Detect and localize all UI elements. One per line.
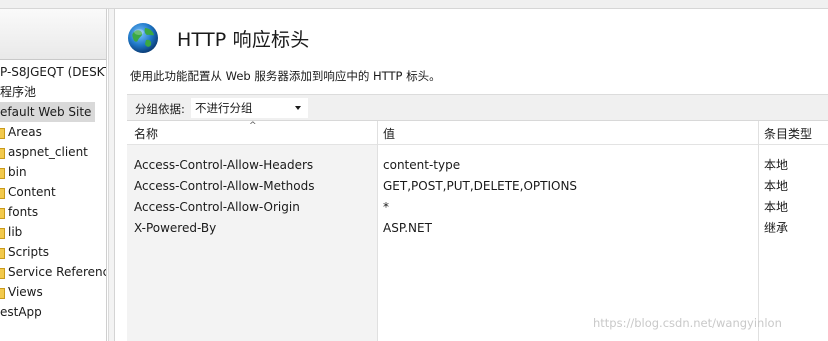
folder-icon [0,268,5,279]
folder-icon [0,248,5,259]
header-name-cell: X-Powered-By [134,221,217,235]
column-header-value[interactable]: 值 [383,125,395,142]
tree-item-label: P-S8JGEQT (DESKT [0,65,107,79]
globe-icon [128,23,158,53]
table-row[interactable]: X-Powered-By ASP.NET 继承 [127,218,828,239]
group-by-label: 分组依据: [135,102,185,116]
tree-item-label: fonts [8,205,39,219]
tree-item[interactable]: estApp [0,302,106,322]
grid-header-row: 名称 ^ 值 条目类型 [127,121,828,145]
tree-item-label: aspnet_client [8,145,88,159]
entry-type-cell: 本地 [764,158,789,172]
header-value-cell: GET,POST,PUT,DELETE,OPTIONS [383,179,578,193]
tree-item-label: Scripts [8,245,50,259]
folder-icon [0,128,5,139]
header-name-cell: Access-Control-Allow-Origin [134,200,300,214]
tree-item[interactable]: P-S8JGEQT (DESKT [0,62,107,82]
tree-item[interactable]: efault Web Site [0,102,106,122]
table-row[interactable]: Access-Control-Allow-Origin * 本地 [127,197,828,218]
tree-item-label: efault Web Site [0,102,96,122]
tree-item-label: Content [8,185,56,199]
watermark: https://blog.csdn.net/wangyinlon [593,316,782,330]
tree-item[interactable]: Views [0,282,106,302]
page-description: 使用此功能配置从 Web 服务器添加到响应中的 HTTP 标头。 [130,69,441,83]
column-header-entry-type[interactable]: 条目类型 [764,125,812,142]
sort-ascending-icon: ^ [249,121,257,131]
header-value-cell: ASP.NET [383,221,432,235]
folder-icon [0,188,5,199]
tree-item[interactable]: Scripts [0,242,106,262]
tree-item[interactable]: 程序池 [0,82,106,102]
tree-item[interactable]: lib [0,222,106,242]
tree-item[interactable]: aspnet_client [0,142,106,162]
tree-item[interactable]: Content [0,182,106,202]
column-header-name[interactable]: 名称 [134,125,158,142]
tree-item-label: 程序池 [0,85,37,99]
feature-page: HTTP 响应标头 使用此功能配置从 Web 服务器添加到响应中的 HTTP 标… [114,9,828,341]
folder-icon [0,148,5,159]
header-value-cell: * [383,200,389,214]
connections-toolbar [0,9,106,60]
table-row[interactable]: Access-Control-Allow-Headers content-type… [127,155,828,176]
tree-item[interactable]: Areas [0,122,106,142]
folder-icon [0,288,5,299]
group-by-select[interactable]: 不进行分组 [191,98,308,118]
page-title: HTTP 响应标头 [177,29,310,51]
folder-icon [0,228,5,239]
menu-bar [0,0,828,9]
tree-item[interactable]: bin [0,162,106,182]
tree-item-label: Service Reference [8,265,107,279]
tree-item[interactable]: fonts [0,202,106,222]
folder-icon [0,208,5,219]
tree-item-label: Views [8,285,43,299]
connections-pane: P-S8JGEQT (DESKT 程序池 efault Web Site Areas a… [0,9,107,341]
tree-item[interactable]: Service Reference [0,262,107,282]
entry-type-cell: 继承 [764,221,789,235]
connections-tree: P-S8JGEQT (DESKT 程序池 efault Web Site Areas a… [0,62,107,322]
folder-icon [0,168,5,179]
entry-type-cell: 本地 [764,179,789,193]
header-value-cell: content-type [383,158,461,172]
tree-item-label: estApp [0,305,42,319]
chevron-down-icon [295,106,301,110]
group-by-value: 不进行分组 [195,101,253,115]
group-by-bar: 分组依据: 不进行分组 [127,94,828,120]
tree-item-label: lib [8,225,23,239]
tree-item-label: Areas [8,125,42,139]
table-row[interactable]: Access-Control-Allow-Methods GET,POST,PUT… [127,176,828,197]
header-name-cell: Access-Control-Allow-Headers [134,158,314,172]
header-name-cell: Access-Control-Allow-Methods [134,179,315,193]
entry-type-cell: 本地 [764,200,789,214]
headers-grid: 名称 ^ 值 条目类型 Access-Control-Allow-Headers… [127,120,828,341]
tree-item-label: bin [8,165,27,179]
